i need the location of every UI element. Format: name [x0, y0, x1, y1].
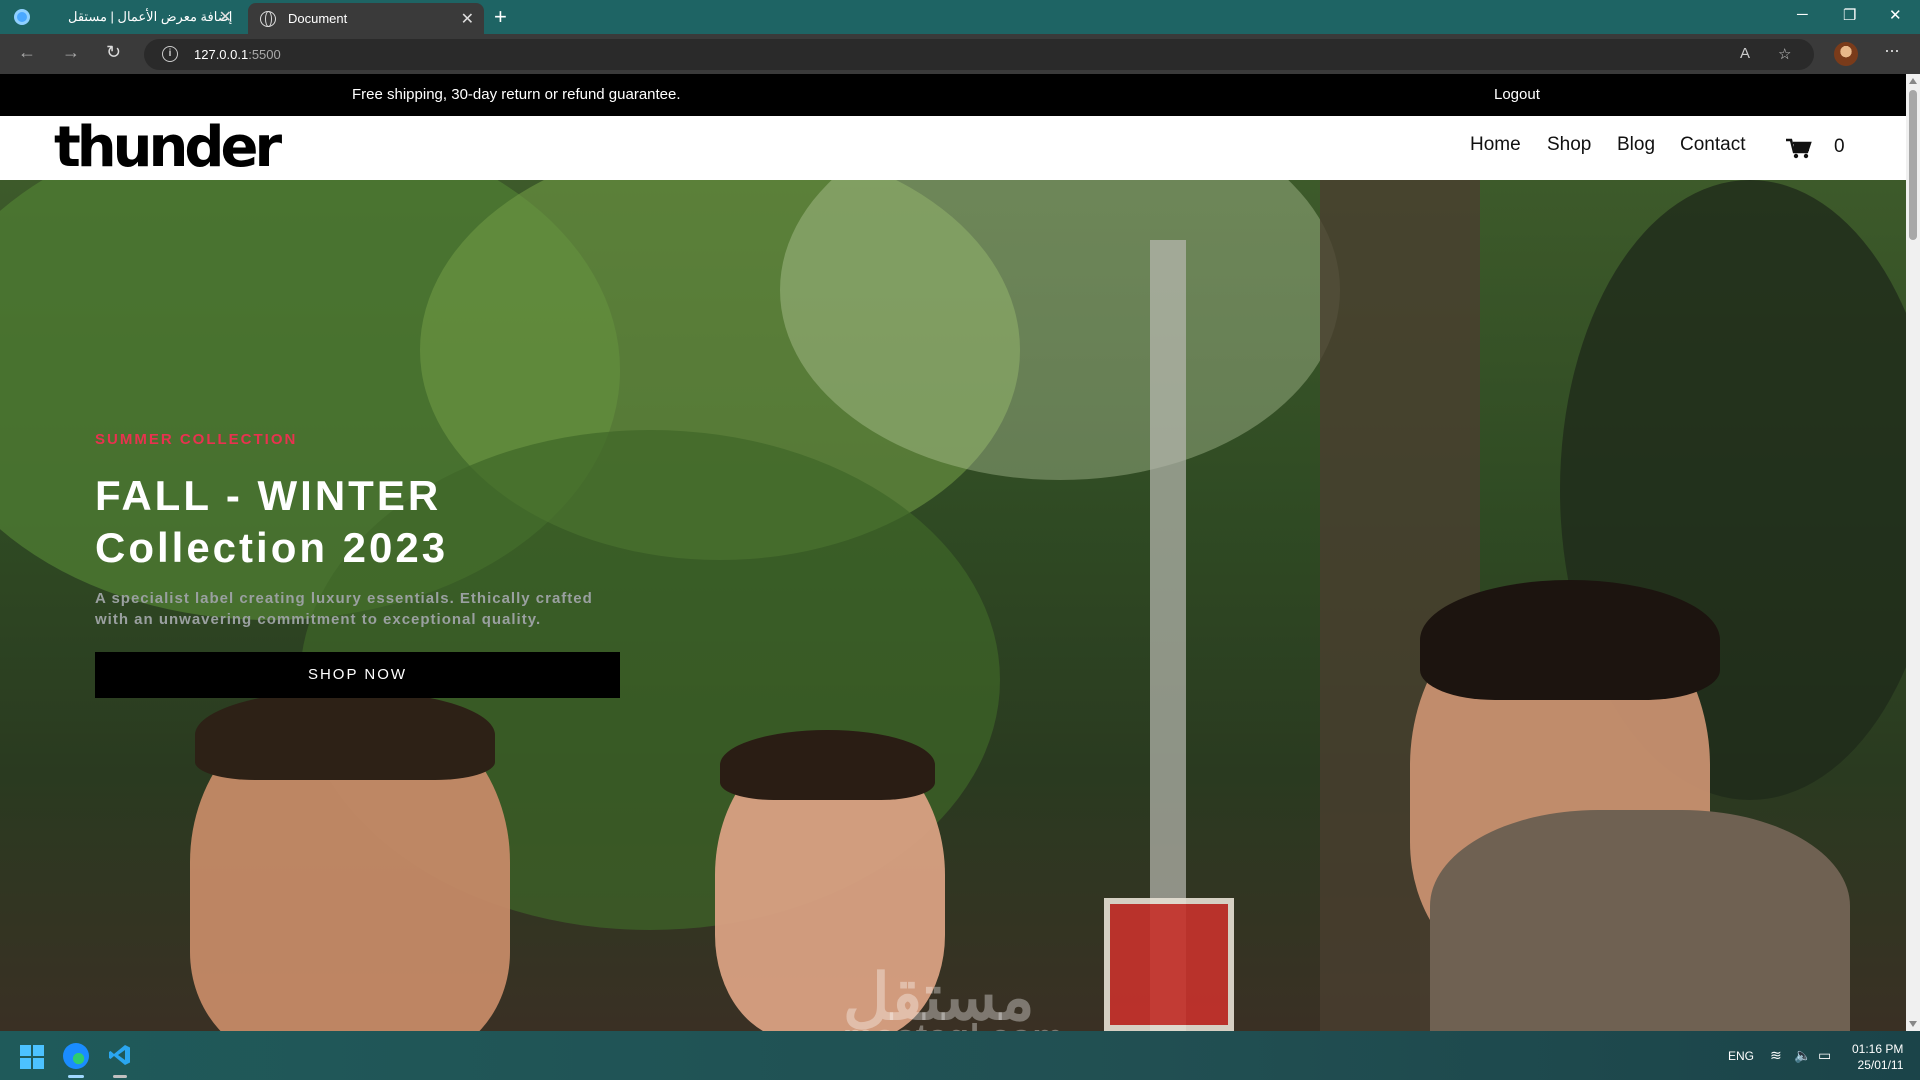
url-input[interactable]: i 127.0.0.1:5500 A ☆ [144, 39, 1814, 70]
edge-browser-icon[interactable] [63, 1043, 89, 1069]
read-aloud-icon[interactable]: A [1740, 45, 1750, 62]
model-center-hair [720, 730, 935, 800]
model-right-shirt [1430, 810, 1850, 1031]
active-app-indicator [113, 1075, 127, 1078]
forward-arrow-icon[interactable]: → [62, 42, 80, 63]
hero-headline: FALL - WINTER Collection 2023 [95, 470, 448, 574]
model-left-hair [195, 690, 495, 780]
close-icon[interactable]: ✕ [219, 7, 232, 27]
scrollbar-thumb[interactable] [1909, 90, 1917, 240]
shop-now-button[interactable]: SHOP NOW [95, 652, 620, 698]
tab-title: إضافة معرض الأعمال | مستقل [68, 9, 233, 24]
wifi-icon[interactable]: ≋ [1770, 1047, 1782, 1064]
address-bar-row: ← → ↻ i 127.0.0.1:5500 A ☆ ··· [0, 34, 1920, 74]
vscode-icon[interactable] [108, 1043, 132, 1067]
scroll-up-icon[interactable] [1909, 78, 1917, 84]
tab-mostaql[interactable]: إضافة معرض الأعمال | مستقل ✕ [52, 0, 242, 34]
close-window-icon[interactable]: ✕ [1889, 6, 1902, 24]
active-app-indicator [68, 1075, 84, 1078]
site-logo[interactable]: thunder [54, 116, 282, 180]
web-page: Free shipping, 30-day return or refund g… [0, 74, 1906, 1031]
system-clock[interactable]: 01:16 PM 25/01/11 [1852, 1041, 1903, 1073]
nav-blog[interactable]: Blog [1617, 134, 1655, 156]
tab-document[interactable]: Document ✕ [248, 3, 484, 34]
nav-contact[interactable]: Contact [1680, 134, 1745, 156]
refresh-icon[interactable]: ↻ [106, 42, 121, 63]
volume-icon[interactable]: 🔈 [1794, 1047, 1811, 1064]
clock-time: 01:16 PM [1852, 1042, 1904, 1056]
hero-description: A specialist label creating luxury essen… [95, 590, 593, 628]
logout-link[interactable]: Logout [1494, 86, 1540, 103]
shipping-notice: Free shipping, 30-day return or refund g… [352, 86, 681, 103]
street-sign [1104, 898, 1234, 1031]
hero-banner: SUMMER COLLECTION FALL - WINTER Collecti… [0, 180, 1906, 1031]
url-text: 127.0.0.1:5500 [194, 47, 281, 62]
site-header: thunder Home Shop Blog Contact 0 [0, 116, 1906, 180]
windows-start-icon[interactable] [20, 1045, 44, 1069]
os-taskbar: ENG ≋ 🔈 ▭ 01:16 PM 25/01/11 [0, 1031, 1920, 1080]
scroll-down-icon[interactable] [1909, 1021, 1917, 1027]
cart-count: 0 [1834, 136, 1845, 157]
back-arrow-icon[interactable]: ← [18, 42, 36, 63]
nav-home[interactable]: Home [1470, 134, 1521, 156]
cart-icon[interactable] [1786, 138, 1812, 160]
clock-date: 25/01/11 [1857, 1058, 1904, 1072]
restore-icon[interactable]: ❐ [1843, 6, 1856, 24]
site-info-icon[interactable]: i [162, 46, 178, 62]
hero-headline-line2: Collection 2023 [95, 524, 449, 571]
nav-shop[interactable]: Shop [1547, 134, 1591, 156]
new-tab-button[interactable]: + [494, 4, 507, 30]
hero-eyebrow: SUMMER COLLECTION [95, 431, 298, 448]
announcement-bar: Free shipping, 30-day return or refund g… [0, 74, 1906, 116]
page-scrollbar[interactable] [1906, 74, 1920, 1031]
close-icon[interactable]: ✕ [461, 9, 474, 29]
globe-icon [260, 10, 276, 27]
more-menu-icon[interactable]: ··· [1884, 40, 1900, 61]
hero-headline-line1: FALL - WINTER [95, 472, 442, 519]
tab-title: Document [288, 11, 348, 26]
profile-avatar[interactable] [1834, 42, 1858, 66]
favorite-star-icon[interactable]: ☆ [1778, 45, 1791, 63]
browser-workspace-icon[interactable] [14, 9, 30, 25]
browser-tab-strip: إضافة معرض الأعمال | مستقل ✕ Document ✕ … [0, 0, 1920, 34]
minimize-icon[interactable]: ─ [1797, 6, 1808, 23]
model-right-hair [1420, 580, 1720, 700]
battery-icon[interactable]: ▭ [1818, 1047, 1831, 1064]
language-indicator[interactable]: ENG [1728, 1049, 1754, 1063]
